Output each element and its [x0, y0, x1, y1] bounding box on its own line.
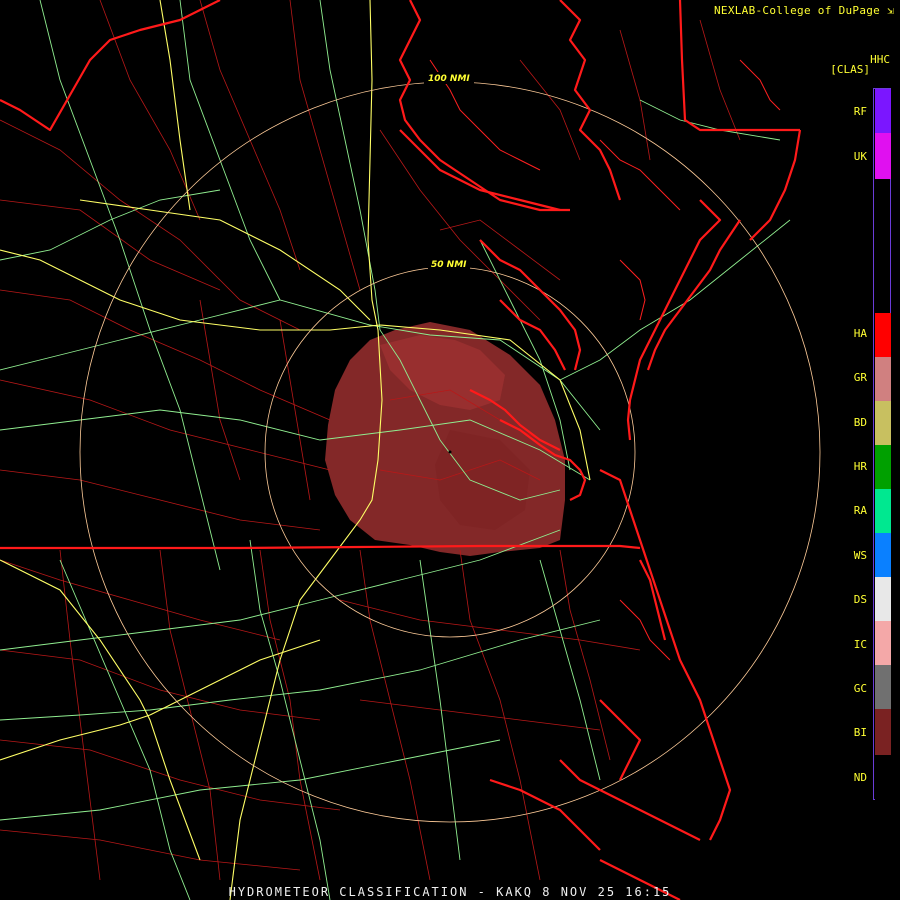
legend-swatch-gr [875, 357, 891, 401]
legend-swatch-nd [875, 755, 891, 800]
legend-swatch-hr [875, 445, 891, 489]
legend-swatch-gc [875, 665, 891, 709]
legend-swatch-ds [875, 577, 891, 621]
legend-product: HHC [870, 53, 890, 66]
legend-label-rf: RF [853, 105, 867, 118]
legend-label-gr: GR [853, 371, 867, 384]
legend-swatch-ic [875, 621, 891, 665]
legend-label-ra: RA [853, 504, 867, 517]
legend-label-hr: HR [853, 460, 867, 473]
legend-label-ha: HA [853, 327, 867, 340]
legend-label-ws: WS [853, 549, 867, 562]
legend-swatch-bi [875, 709, 891, 755]
radar-display: 100 NMI 50 NMI NEXLAB-College of DuPage … [0, 0, 900, 900]
legend-unit: [CLAS] [830, 63, 870, 76]
legend-label-gc: GC [853, 682, 867, 695]
legend-swatch-ha [875, 313, 891, 357]
legend-swatch-ws [875, 533, 891, 577]
ring-labels: 100 NMI 50 NMI [424, 72, 474, 270]
credit-text: NEXLAB-College of DuPage ⇲ [714, 4, 894, 17]
legend-color-bar [873, 88, 891, 800]
radar-map: 100 NMI 50 NMI [0, 0, 821, 900]
legend-swatch-ra [875, 489, 891, 533]
product-title: HYDROMETEOR CLASSIFICATION - KAKQ 8 NOV … [228, 885, 672, 899]
range-label-100: 100 NMI [428, 74, 470, 84]
range-label-50: 50 NMI [431, 260, 467, 270]
legend-swatch-uk [875, 133, 891, 179]
legend-label-bi: BI [853, 726, 867, 739]
arrow-icon: ⇲ [887, 4, 894, 17]
credit-label: NEXLAB-College of DuPage [713, 4, 881, 17]
legend-swatch-bd [875, 401, 891, 445]
legend-swatch-rf [875, 89, 891, 133]
radar-echo-biological [325, 322, 565, 556]
radar-site-marker [448, 450, 452, 454]
legend-label-ic: IC [853, 638, 867, 651]
legend-label-nd: ND [853, 771, 867, 784]
legend-label-bd: BD [853, 416, 867, 429]
legend-label-ds: DS [853, 593, 867, 606]
legend-label-uk: UK [853, 150, 867, 163]
